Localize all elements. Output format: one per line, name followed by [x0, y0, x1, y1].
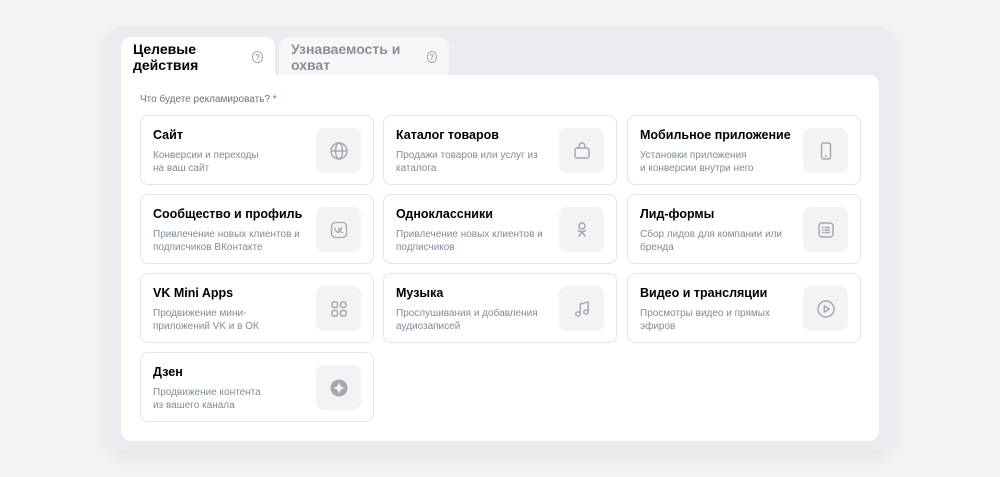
card-description: Сбор лидов для компании или бренда — [640, 229, 783, 253]
phone-icon — [803, 128, 848, 173]
question-label: Что будете рекламировать? * — [140, 94, 277, 105]
card-description: Прослушивания и добавления аудиозаписей — [396, 308, 538, 332]
required-mark: * — [272, 94, 277, 105]
bag-icon — [559, 128, 604, 173]
card-title: Дзен — [153, 365, 183, 379]
card-description: Просмотры видео и прямых эфиров — [640, 308, 770, 332]
music-icon — [559, 286, 604, 331]
help-icon[interactable]: ? — [252, 51, 263, 63]
card-title: Лид-формы — [640, 207, 715, 221]
objective-card-video[interactable]: Видео и трансляции Просмотры видео и пря… — [627, 273, 861, 343]
card-title: Мобильное приложение — [640, 128, 791, 142]
odnoklassniki-icon — [559, 207, 604, 252]
objective-card-mobile-app[interactable]: Мобильное приложение Установки приложени… — [627, 115, 861, 185]
help-icon[interactable]: ? — [426, 51, 437, 63]
objective-card-site[interactable]: Сайт Конверсии и переходы на ваш сайт — [140, 115, 374, 185]
card-title: Сообщество и профиль — [153, 207, 303, 221]
card-title: Каталог товаров — [396, 128, 499, 142]
objective-card-catalog[interactable]: Каталог товаров Продажи товаров или услу… — [383, 115, 617, 185]
objective-card-odnoklassniki[interactable]: Одноклассники Привлечение новых клиентов… — [383, 194, 617, 264]
objective-card-community[interactable]: Сообщество и профиль Привлечение новых к… — [140, 194, 374, 264]
card-title: Одноклассники — [396, 207, 493, 221]
card-description: Продвижение контента из вашего канала — [153, 387, 261, 411]
card-title: VK Mini Apps — [153, 286, 234, 300]
apps-icon — [316, 286, 361, 331]
tab-awareness-reach[interactable]: Узнаваемость и охват ? — [279, 37, 449, 77]
play-icon — [803, 286, 848, 331]
card-description: Продвижение мини- приложений VK и в ОК — [153, 308, 259, 332]
card-description: Привлечение новых клиентов и подписчиков — [396, 229, 543, 253]
form-icon — [803, 207, 848, 252]
objective-card-music[interactable]: Музыка Прослушивания и добавления аудиоз… — [383, 273, 617, 343]
objective-card-lead-forms[interactable]: Лид-формы Сбор лидов для компании или бр… — [627, 194, 861, 264]
card-description: Установки приложения и конверсии внутри … — [640, 150, 754, 174]
card-description: Конверсии и переходы на ваш сайт — [153, 150, 259, 174]
card-title: Видео и трансляции — [640, 286, 768, 300]
card-description: Привлечение новых клиентов и подписчиков… — [153, 229, 300, 253]
vk-icon — [316, 207, 361, 252]
objective-card-zen[interactable]: Дзен Продвижение контента из вашего кана… — [140, 352, 374, 422]
tab-target-actions[interactable]: Целевые действия ? — [121, 37, 275, 77]
objective-panel: Что будете рекламировать? * Сайт Конверс… — [121, 75, 879, 441]
tab-label: Узнаваемость и охват — [291, 41, 401, 73]
campaign-objective-block: Целевые действия ? Узнаваемость и охват … — [107, 27, 893, 451]
globe-icon — [316, 128, 361, 173]
card-description: Продажи товаров или услуг из каталога — [396, 150, 538, 174]
tab-label: Целевые действия — [133, 41, 199, 73]
objective-card-vk-mini-apps[interactable]: VK Mini Apps Продвижение мини- приложени… — [140, 273, 374, 343]
question-text: Что будете рекламировать? — [140, 94, 271, 105]
card-title: Музыка — [396, 286, 444, 300]
card-title: Сайт — [153, 128, 183, 142]
zen-icon — [316, 365, 361, 410]
